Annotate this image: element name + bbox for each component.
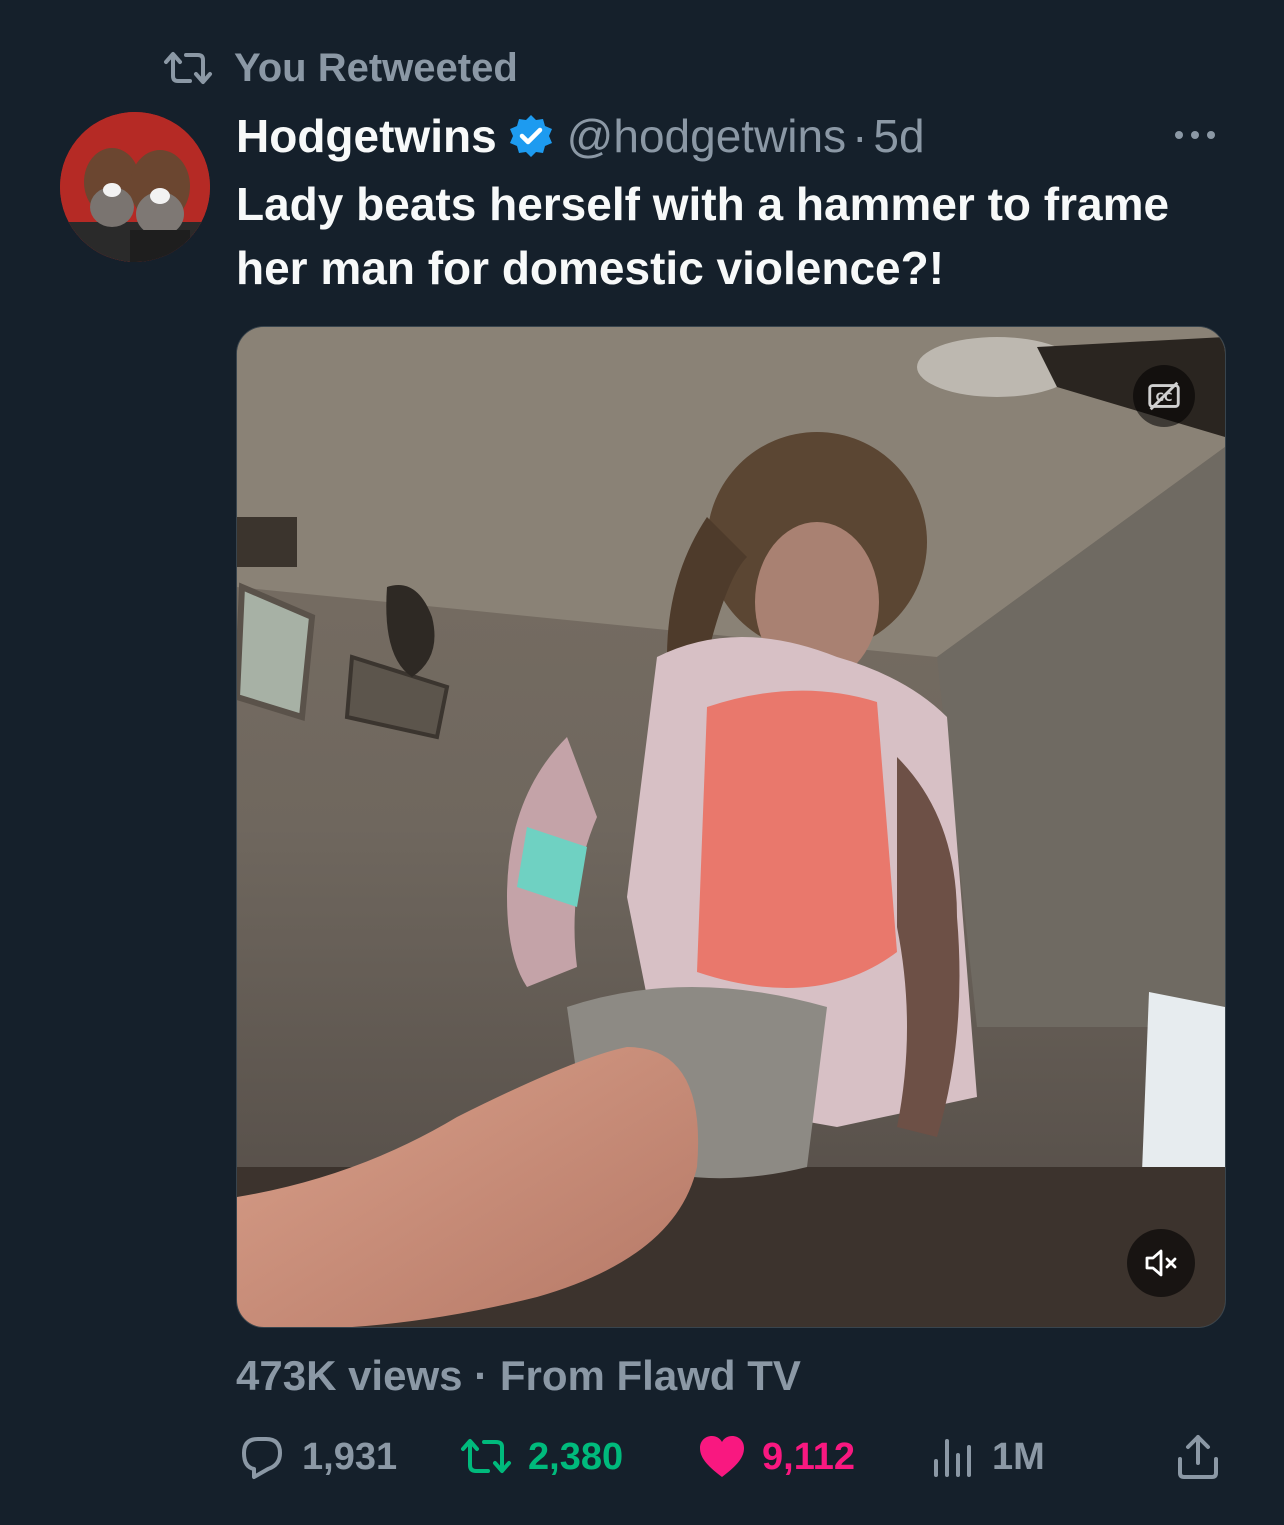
retweet-button[interactable]: 2,380 (458, 1425, 623, 1489)
like-button[interactable]: 9,112 (696, 1425, 855, 1489)
tweet-text: Lady beats herself with a hammer to fram… (236, 178, 1170, 294)
header-separator: · (852, 110, 868, 162)
analytics-count: 1M (992, 1435, 1045, 1478)
view-count: 473K views (236, 1352, 463, 1399)
reply-icon (242, 1437, 282, 1479)
tweet-header: Hodgetwins @hodgetwins · 5d (236, 106, 925, 166)
mute-button[interactable] (1127, 1229, 1195, 1297)
avatar[interactable] (60, 112, 210, 262)
retweet-banner-label: You Retweeted (234, 45, 518, 90)
action-bar: 1,931 2,380 9,112 1M (236, 1425, 1226, 1489)
retweet-icon (164, 52, 212, 84)
share-button[interactable] (1172, 1425, 1224, 1489)
analytics-button[interactable]: 1M (926, 1425, 1045, 1489)
tweet-card[interactable]: You Retweeted Hodgetwins @hodgetwins · 5… (0, 0, 1284, 1525)
tweet-timestamp[interactable]: 5d (873, 109, 924, 163)
retweet-icon (461, 1439, 511, 1473)
avatar-photo (60, 112, 210, 262)
retweet-banner[interactable]: You Retweeted (160, 40, 518, 96)
reply-button[interactable]: 1,931 (236, 1425, 397, 1489)
captions-off-icon: CC (1148, 381, 1180, 411)
captions-button[interactable]: CC (1133, 365, 1195, 427)
like-count: 9,112 (762, 1435, 855, 1478)
heart-icon (700, 1436, 744, 1477)
author-name[interactable]: Hodgetwins (236, 109, 497, 163)
video-player[interactable]: CC (236, 326, 1226, 1328)
reply-count: 1,931 (302, 1435, 398, 1478)
more-options-icon[interactable] (1170, 120, 1220, 150)
share-icon (1178, 1435, 1218, 1479)
analytics-icon (934, 1439, 971, 1477)
verified-badge-icon (509, 115, 552, 157)
retweet-count: 2,380 (528, 1435, 624, 1478)
tweet-meta: 473K views · From Flawd TV (236, 1352, 801, 1400)
author-handle[interactable]: @hodgetwins (567, 109, 846, 163)
volume-muted-icon (1145, 1249, 1177, 1277)
meta-separator: · (474, 1352, 489, 1399)
source-attribution[interactable]: From Flawd TV (500, 1352, 801, 1399)
video-frame (237, 327, 1225, 1327)
